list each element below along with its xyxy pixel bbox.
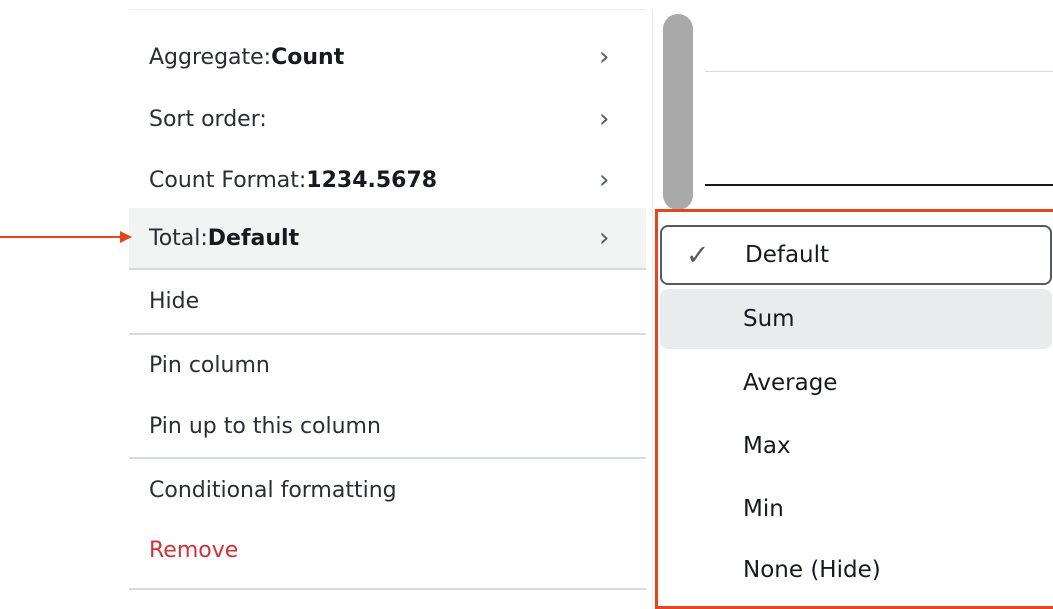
menu-item-hide[interactable]: Hide bbox=[129, 271, 646, 331]
menu-item-label: Count Format: bbox=[149, 167, 307, 193]
menu-item-label: Pin up to this column bbox=[149, 413, 381, 439]
menu-item-pin-column[interactable]: Pin column bbox=[129, 335, 646, 395]
menu-item-label: Pin column bbox=[149, 352, 270, 378]
menu-item-total[interactable]: Total: Default › bbox=[129, 208, 646, 268]
submenu-option-average[interactable]: Average bbox=[660, 353, 1052, 413]
scrollbar-thumb[interactable] bbox=[663, 14, 693, 210]
menu-separator bbox=[129, 588, 646, 590]
menu-item-aggregate[interactable]: Aggregate: Count › bbox=[129, 27, 646, 87]
menu-separator bbox=[129, 268, 646, 270]
column-context-menu: Aggregate: Count › Sort order: › Count F… bbox=[129, 0, 646, 609]
annotation-arrow-line bbox=[0, 236, 122, 238]
chevron-right-icon: › bbox=[599, 223, 610, 253]
submenu-option-max[interactable]: Max bbox=[660, 416, 1052, 476]
submenu-option-sum[interactable]: Sum bbox=[660, 289, 1052, 349]
total-submenu: ✓ Default Sum Average Max Min None (Hide… bbox=[655, 209, 1053, 609]
table-divider bbox=[705, 71, 1053, 72]
menu-item-value: Count bbox=[271, 44, 345, 70]
chevron-right-icon: › bbox=[599, 165, 610, 195]
menu-item-remove[interactable]: Remove bbox=[129, 520, 646, 580]
menu-item-value: 1234.5678 bbox=[306, 167, 438, 193]
menu-item-value: Default bbox=[207, 225, 300, 251]
menu-item-pin-up-to-column[interactable]: Pin up to this column bbox=[129, 396, 646, 456]
menu-item-count-format[interactable]: Count Format: 1234.5678 › bbox=[129, 150, 646, 210]
submenu-option-label: Sum bbox=[743, 306, 795, 332]
annotation-arrow-head bbox=[120, 231, 132, 243]
chevron-right-icon: › bbox=[599, 104, 610, 134]
menu-item-conditional-formatting[interactable]: Conditional formatting bbox=[129, 460, 646, 520]
chevron-right-icon: › bbox=[599, 42, 610, 72]
menu-item-label: Remove bbox=[149, 537, 239, 563]
submenu-option-none-hide[interactable]: None (Hide) bbox=[660, 540, 1052, 600]
submenu-option-label: Max bbox=[743, 433, 791, 459]
menu-item-label: Hide bbox=[149, 288, 200, 314]
submenu-option-label: Average bbox=[743, 370, 838, 396]
menu-item-label: Aggregate: bbox=[149, 44, 272, 70]
menu-top-border bbox=[129, 9, 646, 10]
menu-item-sort-order[interactable]: Sort order: › bbox=[129, 89, 646, 149]
submenu-option-min[interactable]: Min bbox=[660, 479, 1052, 539]
menu-item-label: Sort order: bbox=[149, 106, 267, 132]
submenu-option-default[interactable]: ✓ Default bbox=[660, 225, 1052, 285]
submenu-option-label: Default bbox=[745, 242, 830, 268]
checkmark-icon: ✓ bbox=[686, 238, 710, 272]
submenu-option-label: Min bbox=[743, 496, 784, 522]
submenu-option-label: None (Hide) bbox=[743, 557, 881, 583]
menu-item-label: Total: bbox=[149, 225, 208, 251]
menu-item-label: Conditional formatting bbox=[149, 477, 397, 503]
menu-separator bbox=[129, 457, 646, 459]
table-header-border bbox=[705, 184, 1053, 186]
